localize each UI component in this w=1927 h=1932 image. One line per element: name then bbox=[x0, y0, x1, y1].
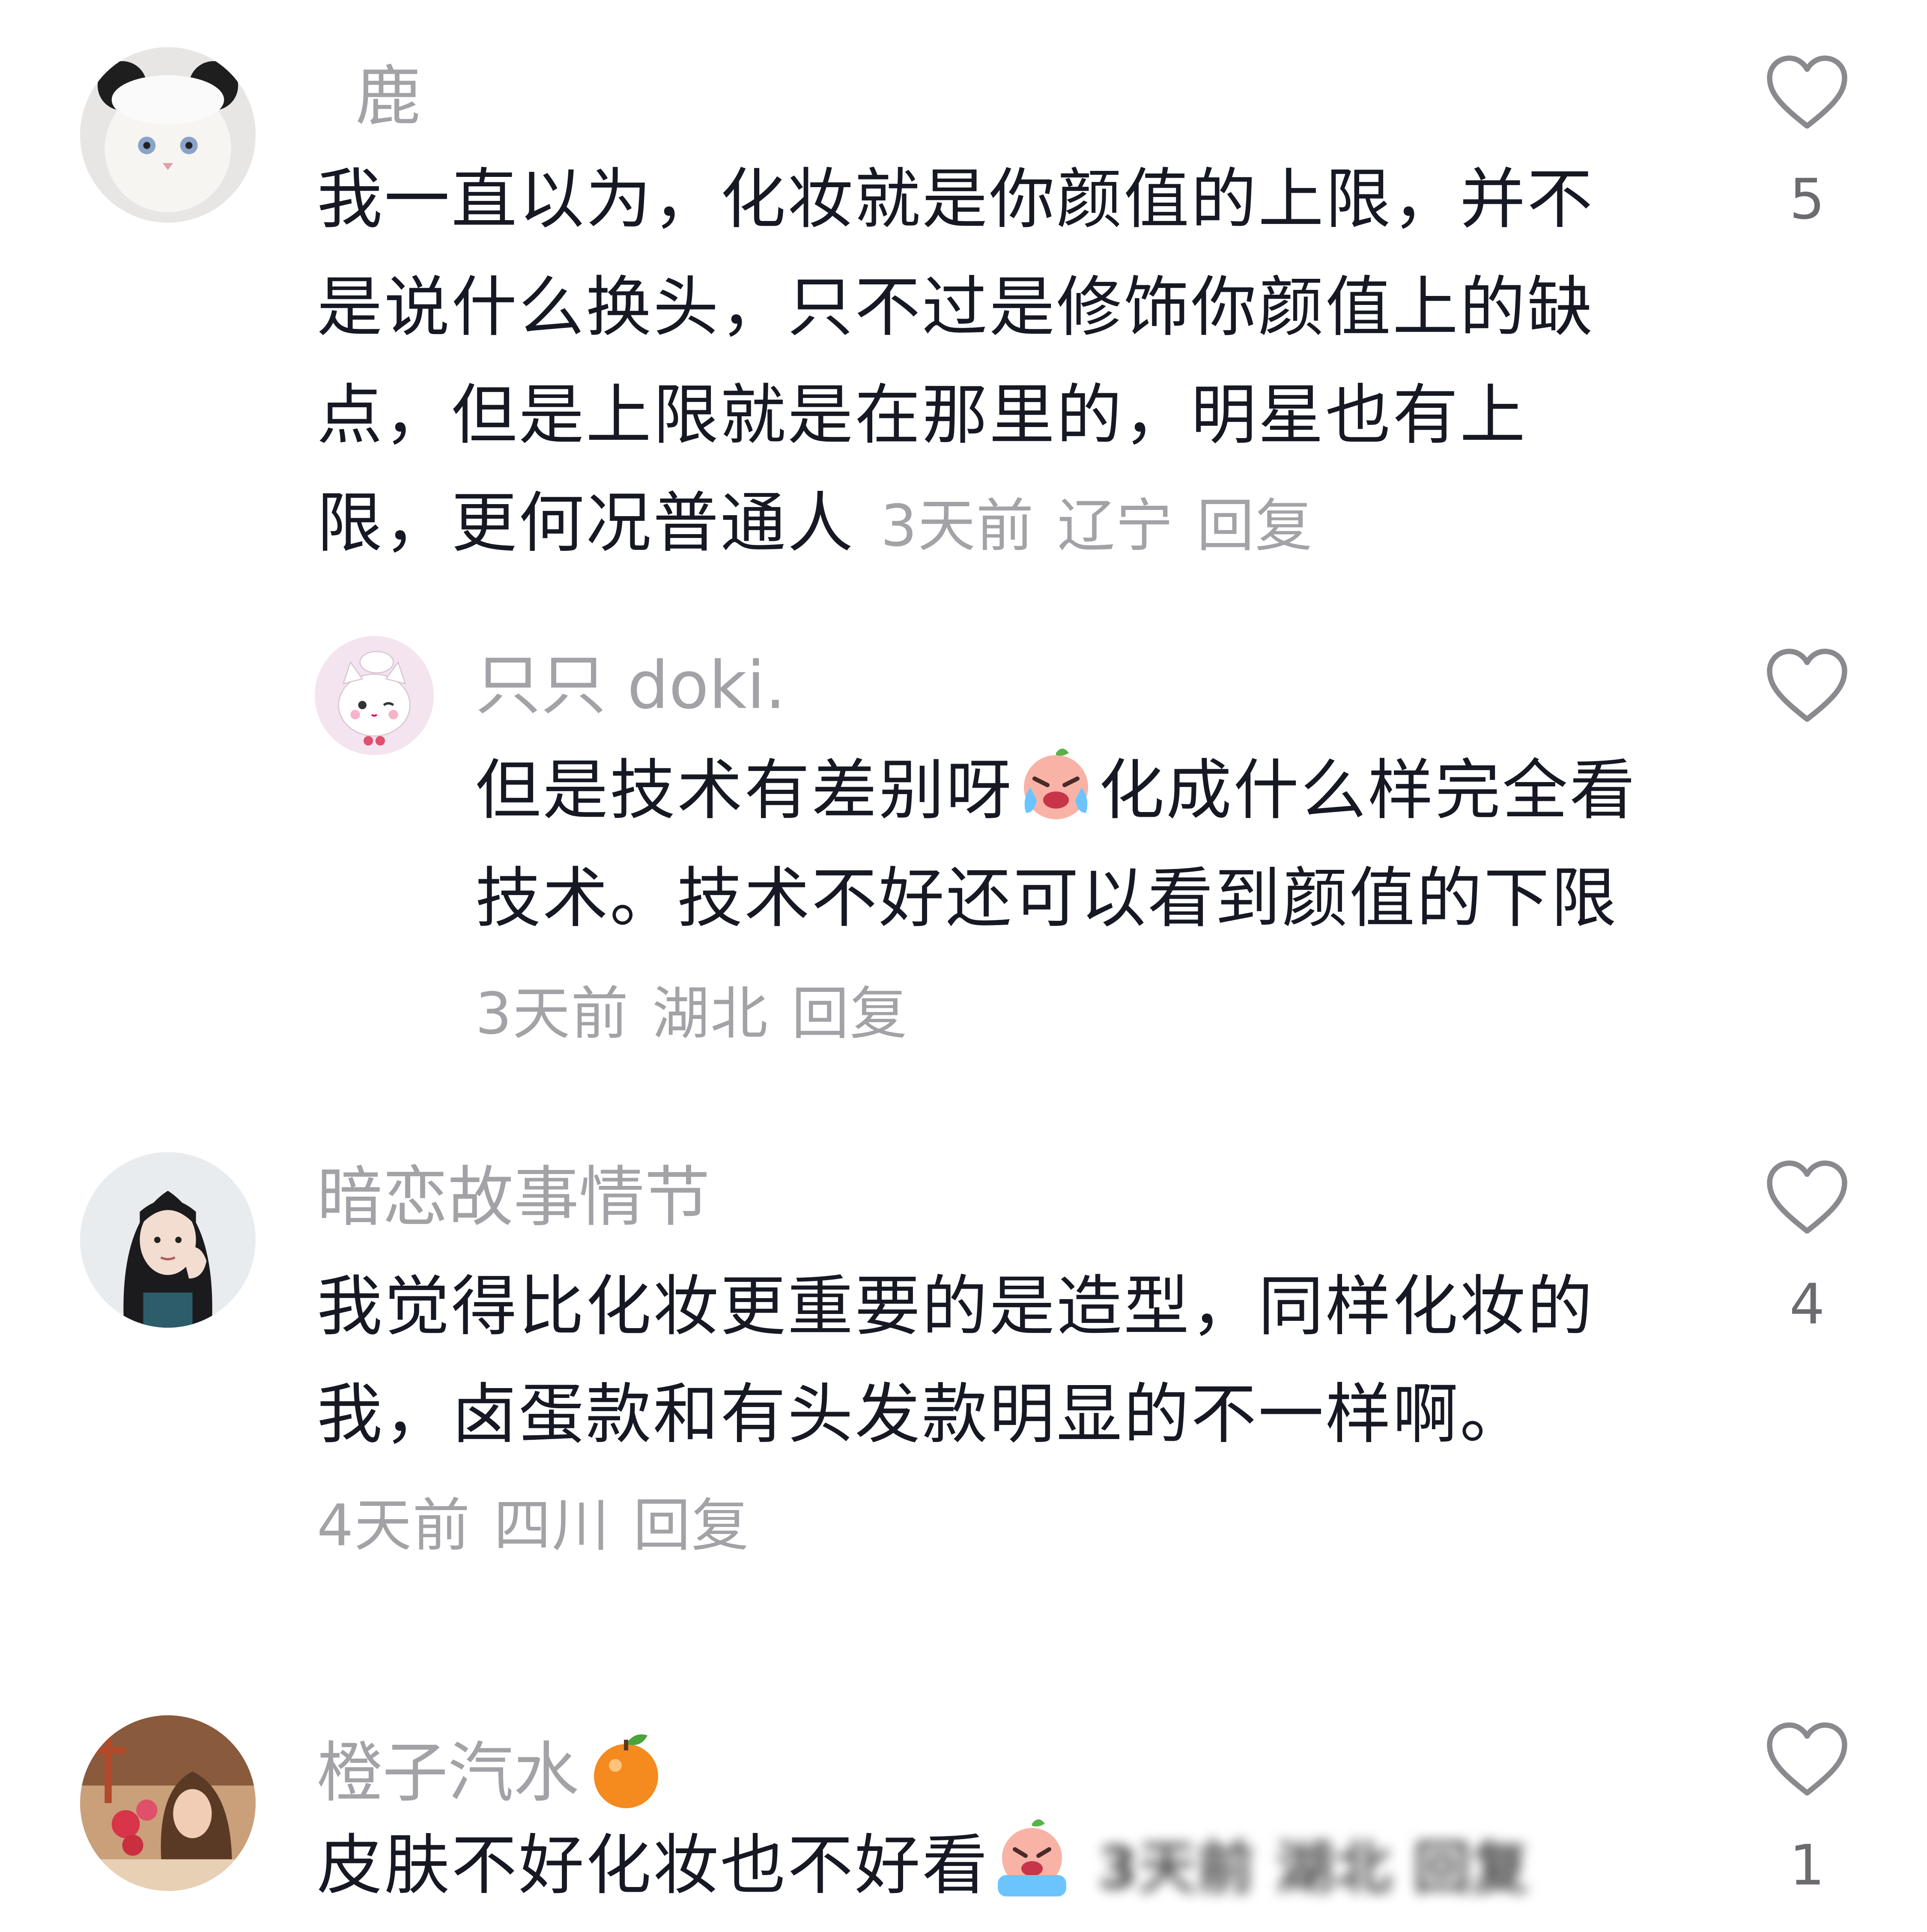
orange-emoji-icon bbox=[588, 1727, 665, 1813]
like-button[interactable] bbox=[1764, 1156, 1850, 1238]
comment-location: 湖北 bbox=[652, 980, 769, 1047]
comment-meta: 3天前 辽宁 回复 bbox=[880, 493, 1313, 559]
comment-username[interactable]: 暗恋故事情节 bbox=[317, 1165, 710, 1230]
comment-text-content: 但是技术有差别呀 bbox=[475, 752, 1014, 829]
like-count: 1 bbox=[1789, 1833, 1825, 1898]
like-count: 4 bbox=[1789, 1272, 1825, 1337]
girl-with-flowers-avatar-icon bbox=[80, 1715, 256, 1891]
avatar[interactable] bbox=[80, 1152, 256, 1328]
crying-face-emoji-icon bbox=[989, 1815, 1075, 1901]
comment-meta: 3天前 湖北 回复 bbox=[475, 985, 908, 1042]
comment-username-text: 橙子汽水 bbox=[317, 1735, 579, 1811]
comment-meta: 4天前 四川 回复 bbox=[317, 1497, 749, 1554]
comment-time: 3天前 bbox=[880, 493, 1035, 559]
avatar[interactable] bbox=[315, 636, 434, 755]
girl-portrait-avatar-icon bbox=[80, 1152, 256, 1328]
comment-text-content: 皮肤不好化妆也不好看 bbox=[317, 1827, 990, 1904]
comment-username[interactable]: 只只 doki. bbox=[475, 653, 786, 719]
reply-button[interactable]: 回复 bbox=[633, 1492, 749, 1559]
crying-face-emoji-icon bbox=[1013, 740, 1099, 826]
blurred-comment-meta: 3天前 湖北 回复 bbox=[1098, 1835, 1530, 1902]
reply-button[interactable]: 回复 bbox=[791, 980, 908, 1047]
like-button[interactable] bbox=[1764, 1718, 1850, 1800]
like-count: 5 bbox=[1789, 167, 1825, 232]
comment-location: 四川 bbox=[493, 1492, 610, 1559]
heart-icon bbox=[1767, 648, 1847, 722]
comment-text: 皮肤不好化妆也不好看 3天前 湖北 回复 bbox=[317, 1812, 1730, 1922]
avatar[interactable] bbox=[80, 47, 256, 223]
heart-icon bbox=[1767, 55, 1847, 129]
reply-button[interactable]: 回复 bbox=[1197, 493, 1313, 559]
comment-text: 我一直以为，化妆就是你颜值的上限，并不是说什么换头，只不过是修饰你颜值上的缺点，… bbox=[317, 146, 1644, 580]
comment-location: 辽宁 bbox=[1057, 493, 1174, 559]
comment-text-content: 我觉得比化妆更重要的是造型，同样化妆的我，卤蛋款和有头发款明显的不一样啊。 bbox=[317, 1269, 1595, 1453]
comment-text: 但是技术有差别呀 化成什么样完全看技术。技术不好还可以看到颜值的下限 bbox=[475, 737, 1674, 953]
cartoon-white-cat-chef-avatar-icon bbox=[315, 636, 434, 755]
white-cat-with-panda-hat-avatar-icon bbox=[80, 47, 256, 223]
heart-icon bbox=[1767, 1160, 1847, 1234]
avatar[interactable] bbox=[80, 1715, 256, 1891]
comment-text: 我觉得比化妆更重要的是造型，同样化妆的我，卤蛋款和有头发款明显的不一样啊。 bbox=[317, 1253, 1644, 1469]
like-button[interactable] bbox=[1764, 51, 1850, 133]
heart-icon bbox=[1767, 1722, 1847, 1796]
like-button[interactable] bbox=[1764, 645, 1850, 726]
comment-username[interactable]: 鹿 bbox=[355, 64, 421, 130]
comment-time: 3天前 bbox=[475, 980, 629, 1047]
comment-username[interactable]: 橙子汽水 bbox=[317, 1727, 665, 1813]
comment-time: 4天前 bbox=[317, 1492, 471, 1559]
